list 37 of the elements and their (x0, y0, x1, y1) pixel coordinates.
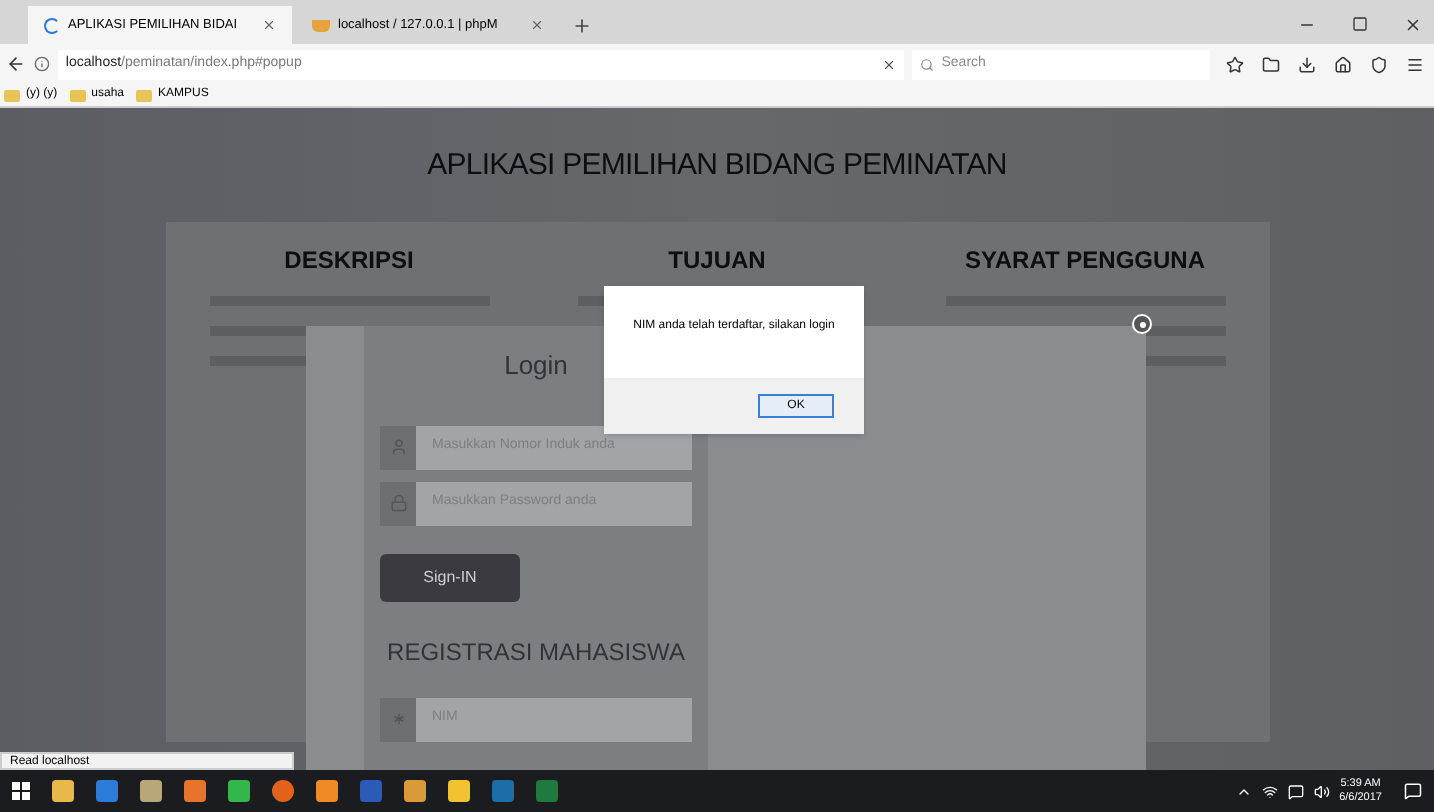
app-icon[interactable] (96, 780, 118, 802)
folder-icon (136, 89, 153, 101)
app-icon[interactable] (404, 780, 426, 802)
app-icon[interactable] (52, 780, 74, 802)
loading-icon (44, 17, 60, 33)
info-icon[interactable] (33, 56, 50, 72)
folder-icon (4, 89, 20, 101)
back-icon[interactable] (6, 54, 26, 74)
sign-in-button[interactable]: Sign-IN (380, 553, 520, 601)
app-icon[interactable] (140, 780, 162, 802)
asterisk-icon (389, 710, 407, 728)
home-icon[interactable] (1334, 55, 1352, 73)
register-title: REGISTRASI MAHASISWA (387, 635, 685, 669)
new-tab-icon[interactable] (572, 16, 592, 36)
app-icon[interactable] (448, 780, 470, 802)
page-title: APLIKASI PEMILIHAN BIDANG PEMINATAN (427, 146, 1007, 186)
notification-icon[interactable] (1404, 782, 1422, 800)
app-icon[interactable] (272, 780, 294, 802)
clear-icon[interactable] (881, 57, 896, 71)
windows-icon[interactable] (12, 782, 30, 800)
restore-icon[interactable] (1352, 16, 1368, 32)
column-heading: TUJUAN (668, 243, 766, 277)
app-icon[interactable] (316, 780, 338, 802)
menu-icon[interactable] (1406, 55, 1424, 73)
user-icon (389, 438, 407, 456)
login-title: Login (504, 348, 568, 384)
download-icon[interactable] (1298, 55, 1316, 73)
star-icon[interactable] (1226, 55, 1244, 73)
column-heading: SYARAT PENGGUNA (964, 243, 1206, 277)
lock-icon (389, 494, 407, 512)
volume-icon[interactable] (1313, 783, 1330, 799)
folder-icon (69, 89, 86, 101)
network-icon[interactable] (1261, 783, 1278, 799)
column-heading: DESKRIPSI (284, 243, 414, 277)
app-icon[interactable] (184, 780, 206, 802)
search-icon (919, 57, 934, 71)
app-icon[interactable] (228, 780, 250, 802)
